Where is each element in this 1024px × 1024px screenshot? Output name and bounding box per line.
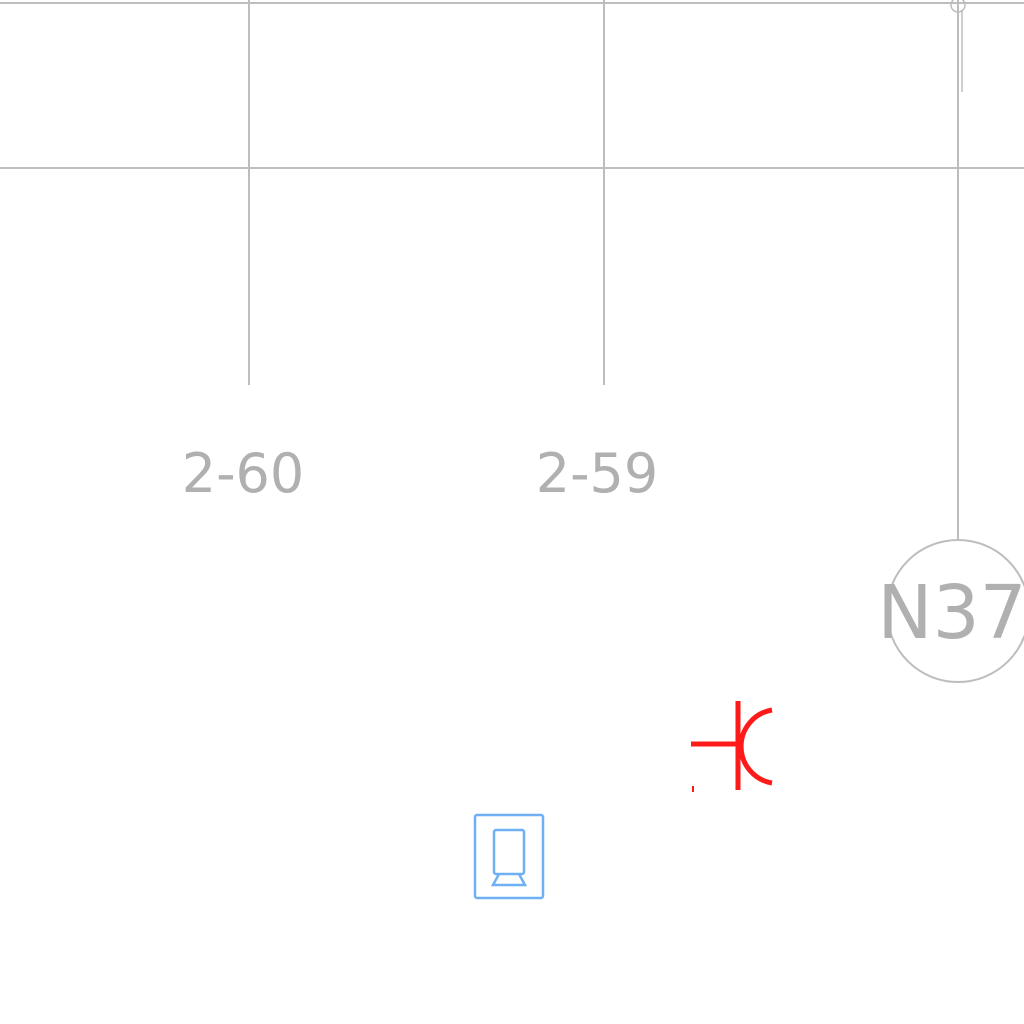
device-stand bbox=[490, 873, 528, 887]
grid-bubble: N37 bbox=[877, 539, 1024, 683]
display-device-symbol-icon bbox=[473, 813, 545, 900]
grid-bubble-label: N37 bbox=[877, 570, 1024, 656]
receptacle-symbol-icon bbox=[691, 701, 773, 792]
device-screen bbox=[492, 828, 526, 876]
floor-plan-canvas: 2-60 2-59 N37 bbox=[0, 0, 1024, 1024]
receptacle-arc bbox=[738, 707, 773, 786]
room-label-2-59: 2-59 bbox=[536, 442, 659, 505]
grid-lines bbox=[0, 0, 1024, 540]
floor-plan-drawing: 2-60 2-59 N37 bbox=[0, 0, 1024, 900]
room-label-2-60: 2-60 bbox=[182, 442, 305, 505]
